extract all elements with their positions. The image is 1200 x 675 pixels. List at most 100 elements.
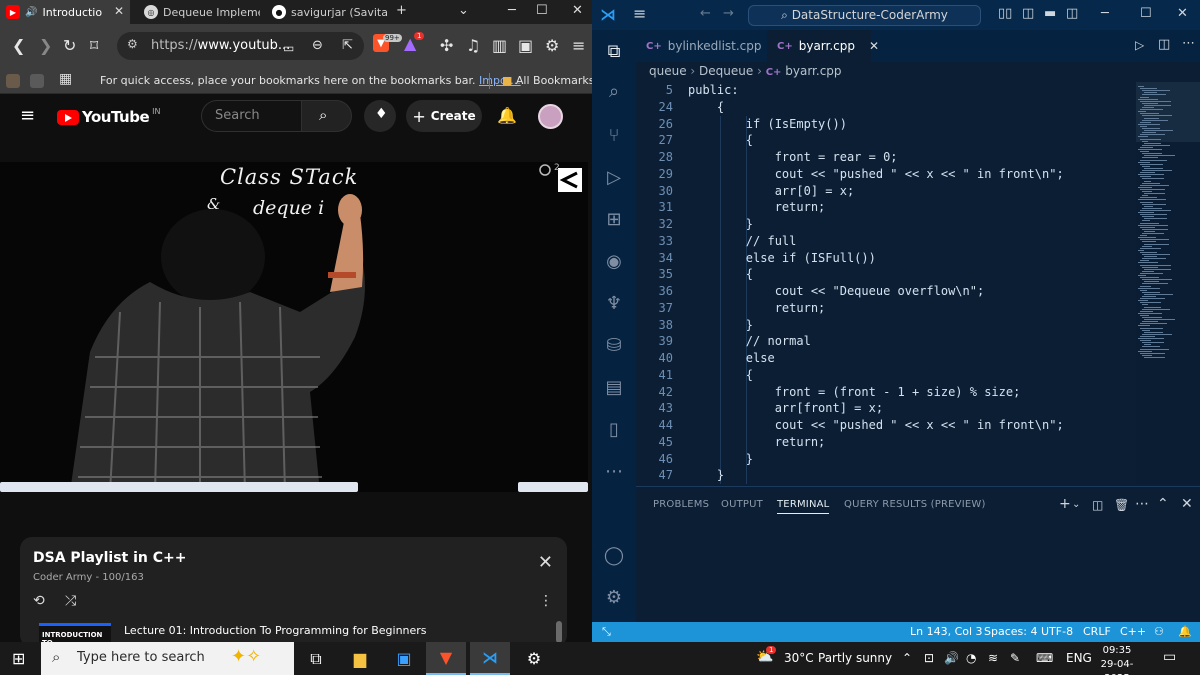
share-icon[interactable]: ⇱: [342, 36, 353, 56]
code-line[interactable]: 27 {: [636, 132, 1136, 149]
apps-grid-icon[interactable]: ▦: [59, 71, 72, 87]
more-actions-icon[interactable]: ⋯: [1182, 36, 1195, 51]
panel-tab-query-results[interactable]: QUERY RESULTS (PREVIEW): [844, 499, 986, 510]
file-explorer-icon[interactable]: ▆: [340, 642, 380, 675]
code-line[interactable]: 29 cout << "pushed " << x << " in front\…: [636, 166, 1136, 183]
pen-icon[interactable]: ✎: [1010, 651, 1020, 665]
sticky-scroll-line[interactable]: 5 public:: [636, 82, 1136, 99]
sidebar-icon[interactable]: ▥: [492, 36, 507, 56]
toggle-sidebar-icon[interactable]: ◫: [1022, 6, 1034, 21]
settings-gear-icon[interactable]: ⚙: [514, 642, 554, 675]
code-line[interactable]: 42 front = (front - 1 + size) % size;: [636, 384, 1136, 401]
cursor-position[interactable]: Ln 143, Col 3: [910, 625, 983, 638]
site-settings-icon[interactable]: ⚙: [127, 37, 138, 51]
profile-bookmark-icon[interactable]: [6, 74, 20, 88]
code-line[interactable]: 34 else if (ISFull()): [636, 250, 1136, 267]
code-line[interactable]: 26 if (IsEmpty()): [636, 116, 1136, 133]
copilot-status-icon[interactable]: ⚇: [1154, 625, 1164, 638]
back-icon[interactable]: ❮: [12, 36, 25, 56]
sticky-scroll-line[interactable]: 24 {: [636, 98, 1136, 116]
task-view-icon[interactable]: ⧉: [296, 642, 336, 675]
customize-layout-icon[interactable]: ▯▯: [998, 6, 1012, 21]
explorer-icon[interactable]: ⧉: [602, 40, 626, 64]
code-line[interactable]: 30 arr[0] = x;: [636, 183, 1136, 200]
close-tab-icon[interactable]: ✕: [869, 39, 879, 53]
breadcrumb-folder[interactable]: Dequeue: [699, 64, 753, 78]
chevron-down-icon[interactable]: ⌄: [1072, 499, 1080, 510]
code-line[interactable]: 28 front = rear = 0;: [636, 149, 1136, 166]
panel-tab-problems[interactable]: PROBLEMS: [653, 499, 709, 510]
terminal-area[interactable]: [636, 517, 1200, 623]
minimize-icon[interactable]: ─: [508, 3, 516, 18]
code-line[interactable]: 37 return;: [636, 300, 1136, 317]
extensions-icon[interactable]: ✣: [440, 36, 453, 56]
address-bar[interactable]: ⚙ https://www.youtub...: [117, 32, 364, 60]
weather-temp[interactable]: 30°C: [784, 651, 814, 665]
code-line[interactable]: 45 return;: [636, 434, 1136, 451]
zoom-icon[interactable]: ⊖: [312, 36, 323, 56]
panel-tab-terminal[interactable]: TERMINAL: [777, 499, 830, 514]
create-button[interactable]: + Create: [406, 100, 482, 132]
code-line[interactable]: 31 return;: [636, 199, 1136, 216]
reload-icon[interactable]: ↻: [63, 36, 76, 56]
split-terminal-icon[interactable]: ◫: [1092, 498, 1103, 512]
more-actions-icon[interactable]: ⋯: [1135, 496, 1149, 512]
new-terminal-icon[interactable]: +: [1059, 496, 1071, 512]
cast-icon[interactable]: ▭: [283, 38, 294, 58]
tab-byarr[interactable]: C+ byarr.cpp ✕: [767, 30, 879, 62]
brave-browser-icon[interactable]: ▼: [426, 642, 466, 675]
all-bookmarks-button[interactable]: ■ All Bookmarks: [502, 74, 592, 87]
wifi-icon[interactable]: ≋: [988, 651, 998, 665]
playlist-title[interactable]: DSA Playlist in C++: [33, 550, 187, 566]
code-line[interactable]: 44 cout << "pushed " << x << " in front\…: [636, 417, 1136, 434]
trash-icon[interactable]: 🗑: [1114, 498, 1129, 512]
code-line[interactable]: 38 }: [636, 317, 1136, 334]
avatar[interactable]: [538, 104, 563, 129]
browser-tab-github[interactable]: ● savigurjar (Savita): [266, 0, 388, 24]
code-line[interactable]: 47 }: [636, 467, 1136, 484]
more-options-icon[interactable]: ⋮: [539, 593, 553, 609]
menu-icon[interactable]: ≡: [633, 4, 646, 23]
tab-search-icon[interactable]: ⌄: [458, 3, 469, 18]
breadcrumb-folder[interactable]: queue: [649, 64, 687, 78]
search-icon[interactable]: ⌕: [602, 80, 626, 104]
shuffle-icon[interactable]: ⤮: [65, 593, 76, 609]
settings-gear-icon[interactable]: ⚙: [602, 586, 626, 610]
new-tab-button[interactable]: +: [396, 3, 407, 18]
close-window-icon[interactable]: ✕: [572, 3, 583, 18]
notification-center-icon[interactable]: ▭: [1163, 649, 1176, 665]
browser-tab-youtube[interactable]: ▶ 🔊 Introductio ✕: [0, 0, 130, 24]
remote-explorer-icon[interactable]: ▤: [602, 376, 626, 400]
taskbar-clock[interactable]: 09:35 29-04-2025: [1096, 644, 1138, 675]
browser-tab-chatgpt[interactable]: ◎ Dequeue Impleme: [138, 0, 260, 24]
youtube-search-input[interactable]: Search: [201, 100, 302, 132]
code-line[interactable]: 32 }: [636, 216, 1136, 233]
close-window-icon[interactable]: ✕: [1177, 6, 1188, 21]
meet-now-icon[interactable]: ⊡: [924, 651, 934, 665]
menu-icon[interactable]: ≡: [572, 36, 585, 56]
more-views-icon[interactable]: ⋯: [602, 460, 626, 484]
code-line[interactable]: 39 // normal: [636, 333, 1136, 350]
store-icon[interactable]: ▣: [384, 642, 424, 675]
close-tab-icon[interactable]: ✕: [114, 4, 124, 18]
taskbar-search-box[interactable]: ⌕ Type here to search ✦✧: [41, 642, 294, 675]
input-language[interactable]: ENG: [1066, 651, 1092, 665]
playlist-item[interactable]: INTRODUCTION TO Lecture 01: Introduction…: [39, 619, 549, 642]
voice-search-button[interactable]: ♦: [364, 100, 396, 132]
maximize-icon[interactable]: ☐: [536, 3, 548, 18]
source-control-icon[interactable]: ⑂: [602, 124, 626, 148]
back-icon[interactable]: ←: [700, 6, 711, 21]
breadcrumb-file[interactable]: byarr.cpp: [785, 64, 841, 78]
loop-playlist-icon[interactable]: ⟲: [33, 593, 45, 609]
run-file-icon[interactable]: ▷: [1135, 38, 1144, 52]
youtube-search-button[interactable]: ⌕: [301, 100, 352, 132]
python-icon[interactable]: ♆: [602, 292, 626, 316]
youtube-logo[interactable]: YouTube IN: [57, 107, 161, 126]
language-mode[interactable]: C++: [1120, 625, 1146, 638]
code-line[interactable]: 35 {: [636, 266, 1136, 283]
maximize-panel-icon[interactable]: ⌃: [1157, 496, 1169, 512]
toggle-panel-icon[interactable]: ▬: [1044, 6, 1056, 21]
code-line[interactable]: 36 cout << "Dequeue overflow\n";: [636, 283, 1136, 300]
minimap[interactable]: [1136, 82, 1200, 484]
line-endings[interactable]: CRLF: [1083, 625, 1111, 638]
